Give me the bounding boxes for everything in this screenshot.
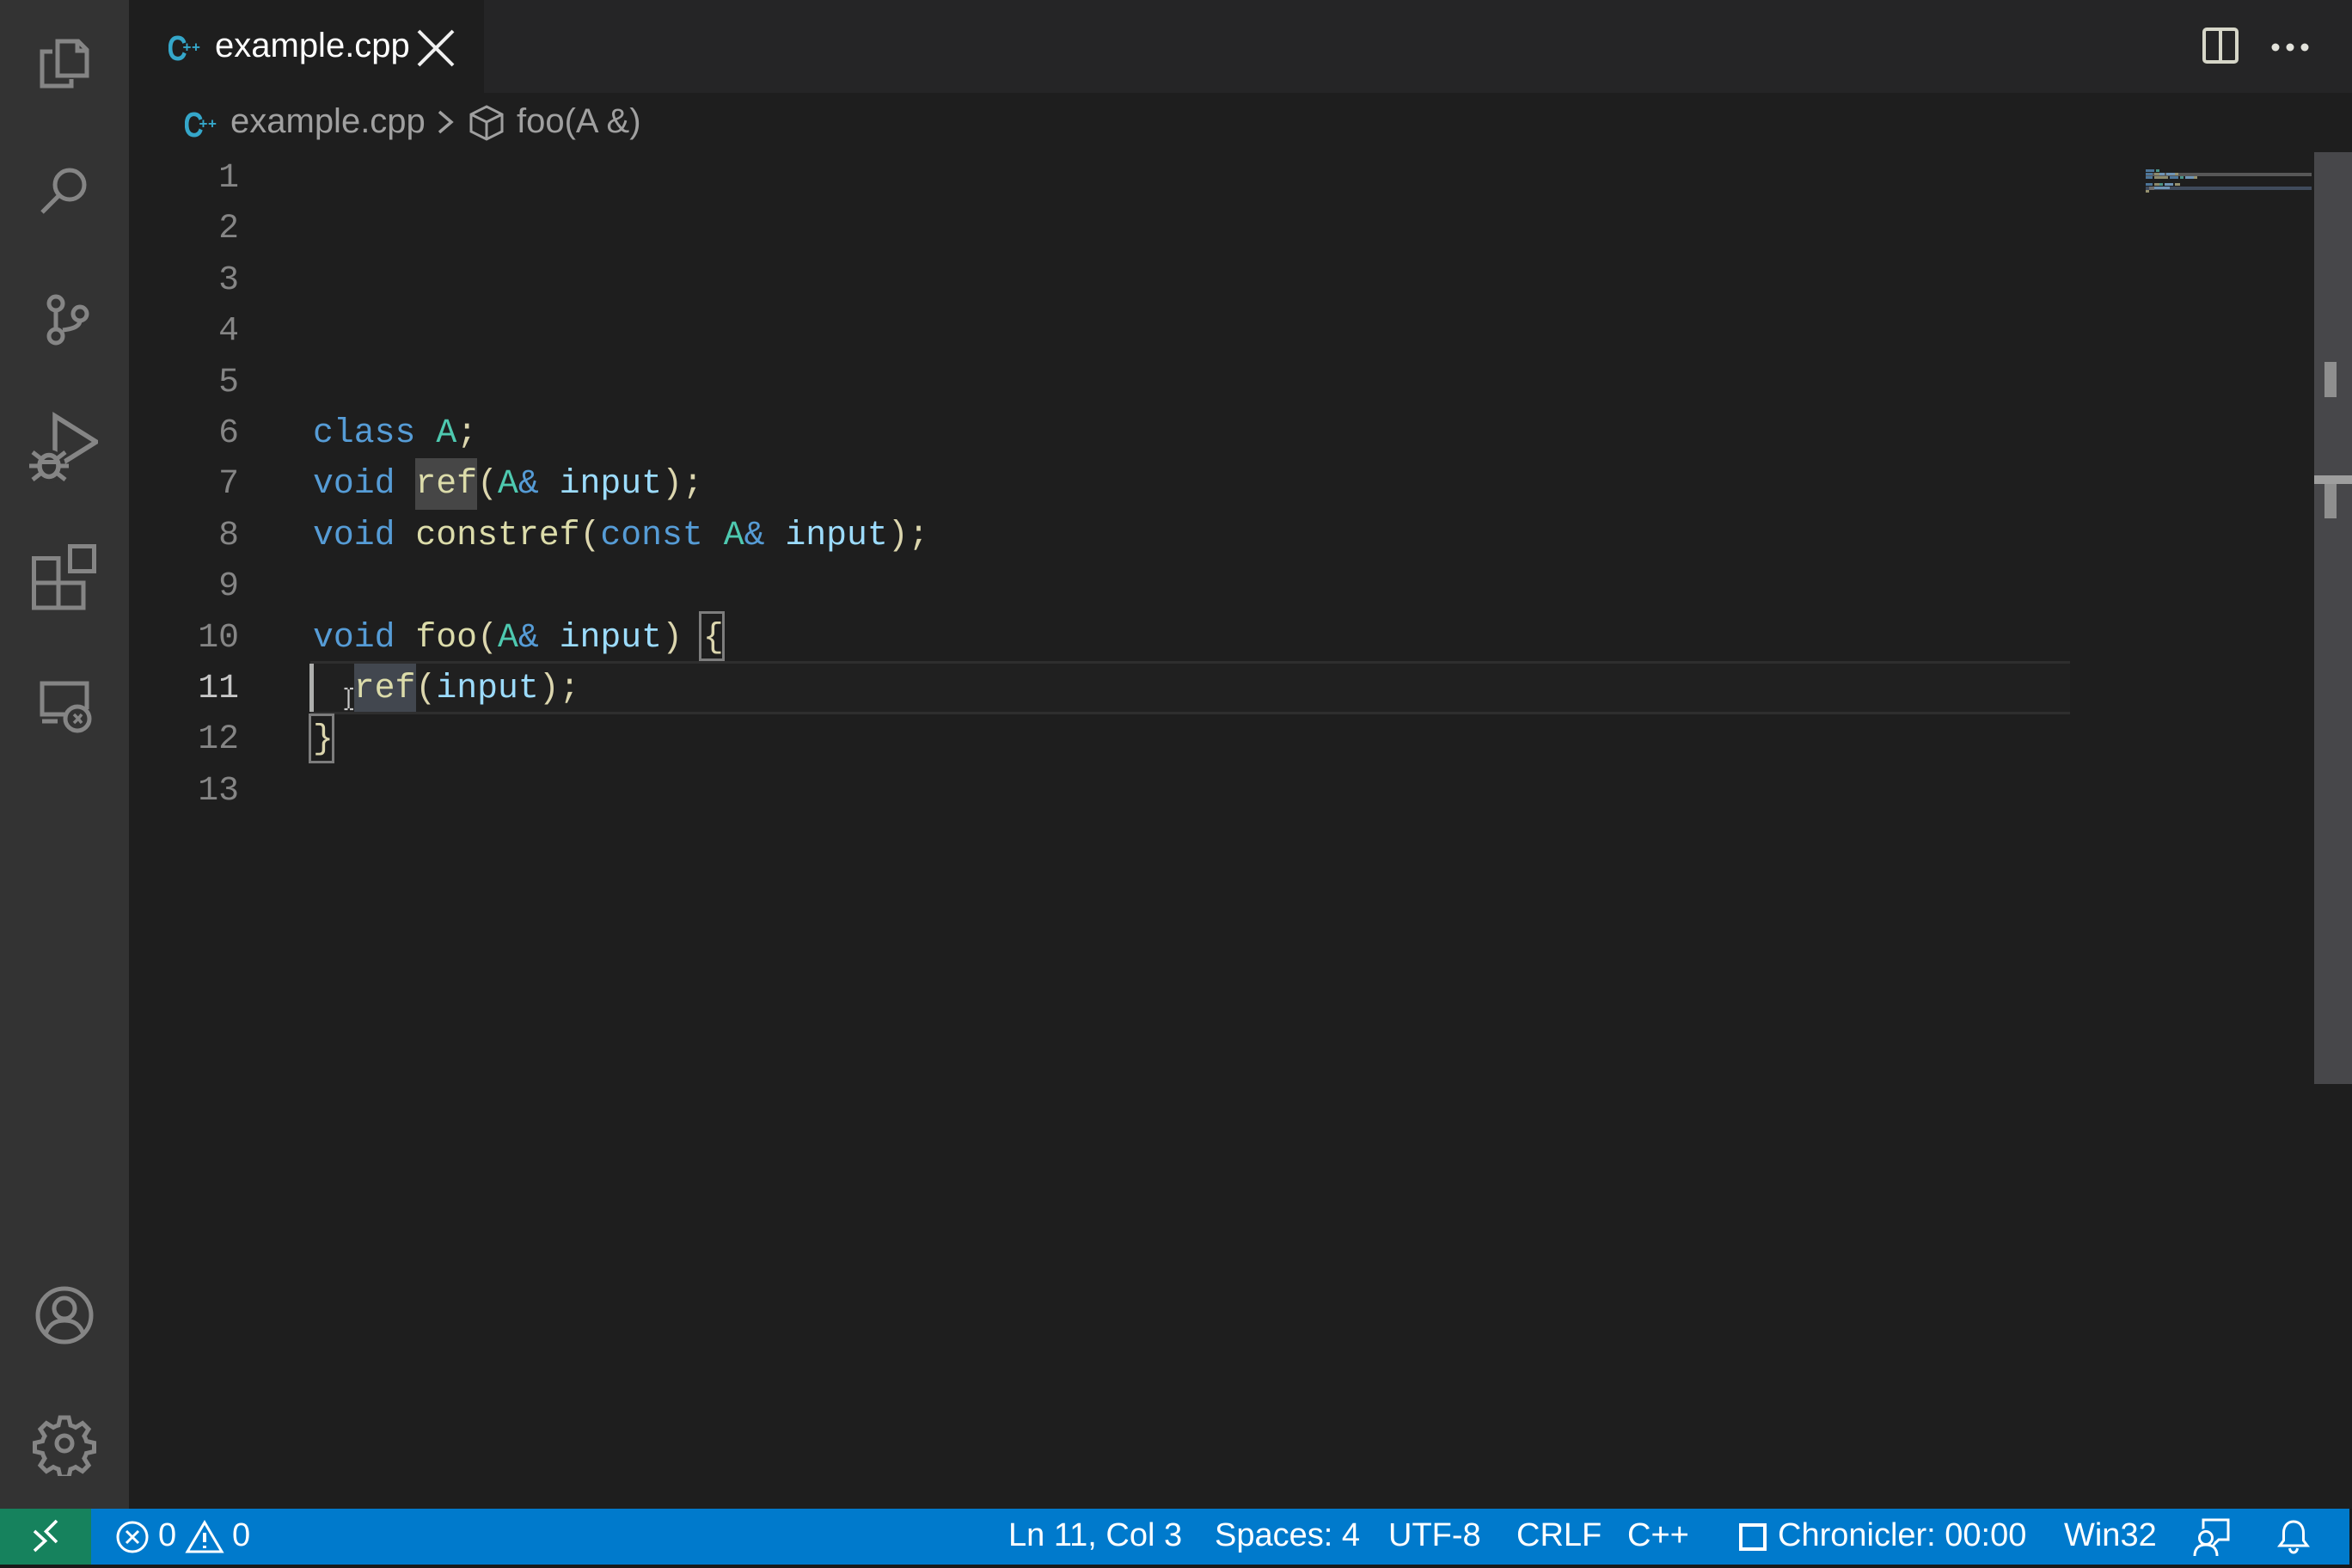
svg-text:+: + [208,116,217,132]
svg-text:+: + [192,40,200,56]
svg-text:+: + [199,116,208,132]
svg-text:+: + [183,40,192,56]
